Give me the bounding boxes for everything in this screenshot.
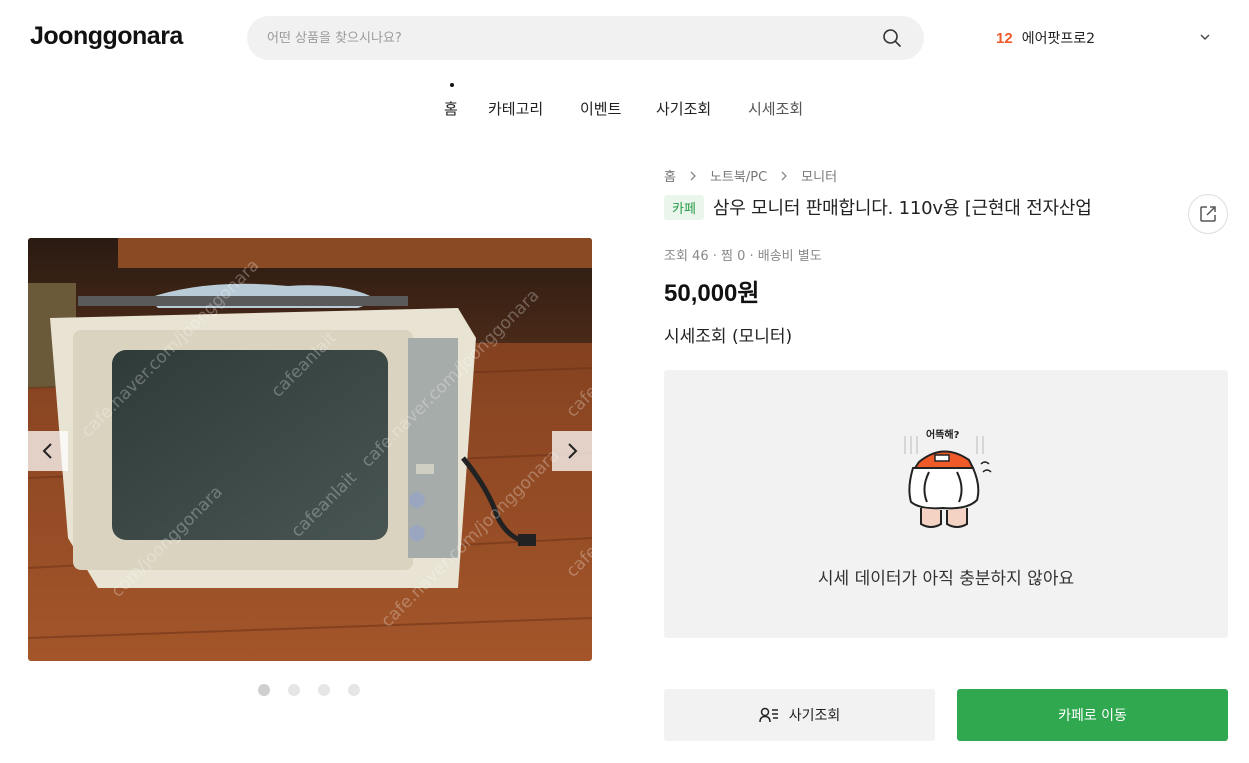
breadcrumb-item[interactable]: 모니터 [801, 166, 837, 185]
breadcrumb: 홈 노트북/PC 모니터 [664, 166, 837, 185]
chevron-down-icon[interactable] [1199, 32, 1211, 42]
gallery-dot[interactable] [288, 684, 300, 696]
logo[interactable]: Joonggonara [30, 22, 183, 51]
go-to-cafe-label: 카페로 이동 [1058, 708, 1127, 724]
user-list-icon [758, 707, 778, 723]
mascot-illustration [904, 436, 992, 528]
product-meta: 조회 46 · 찜 0 · 배송비 별도 [664, 249, 822, 264]
share-icon [1200, 206, 1216, 222]
notification-count: 12 [996, 29, 1013, 47]
main-nav: 홈 카테고리 이벤트 사기조회 시세조회 [0, 98, 1249, 120]
gallery-dot[interactable] [258, 684, 270, 696]
chevron-right-small-icon [781, 171, 788, 180]
source-badge: 카페 [664, 194, 704, 220]
breadcrumb-item[interactable]: 홈 [664, 166, 676, 185]
chevron-right-icon [568, 443, 578, 459]
search-bar[interactable] [247, 16, 924, 60]
nav-active-dot [450, 83, 454, 87]
gallery-prev-button[interactable] [28, 431, 68, 471]
nav-item-market-price[interactable]: 시세조회 [748, 98, 803, 119]
chevron-left-icon [42, 443, 52, 459]
product-title-row: 카페 삼우 모니터 판매합니다. 110v용 [근현대 전자산업 [664, 194, 1092, 220]
mascot-caption: 어뜩해? [926, 430, 960, 441]
market-price-panel: 어뜩해? 시세 데이터가 아직 충분하지 않아요 [664, 370, 1228, 638]
chevron-right-small-icon [690, 171, 696, 180]
product-photo: cafe.naver.com/joonggonara cafe.naver.co… [28, 238, 592, 661]
fraud-check-button[interactable]: 사기조회 [664, 689, 935, 741]
search-icon[interactable] [882, 28, 902, 48]
user-menu[interactable]: 12 에어팟프로2 [996, 28, 1095, 48]
go-to-cafe-button[interactable]: 카페로 이동 [957, 689, 1228, 741]
nav-item-fraud-check[interactable]: 사기조회 [656, 98, 711, 119]
market-empty-message: 시세 데이터가 아직 충분하지 않아요 [817, 569, 1075, 589]
gallery-pagination [258, 684, 360, 696]
product-title: 삼우 모니터 판매합니다. 110v용 [근현대 전자산업 [712, 198, 1092, 219]
user-name: 에어팟프로2 [1021, 31, 1095, 47]
market-price-title: 시세조회 (모니터) [664, 327, 793, 347]
gallery-dot[interactable] [318, 684, 330, 696]
nav-item-category[interactable]: 카테고리 [488, 98, 543, 119]
share-button[interactable] [1188, 194, 1228, 234]
breadcrumb-item[interactable]: 노트북/PC [710, 166, 767, 185]
product-gallery[interactable]: cafe.naver.com/joonggonara cafe.naver.co… [28, 238, 592, 661]
nav-item-event[interactable]: 이벤트 [580, 98, 621, 119]
fraud-check-label: 사기조회 [788, 708, 841, 724]
nav-item-home[interactable]: 홈 [444, 98, 458, 119]
product-price: 50,000원 [664, 280, 760, 307]
search-input[interactable] [267, 16, 867, 60]
gallery-dot[interactable] [348, 684, 360, 696]
gallery-next-button[interactable] [552, 431, 592, 471]
